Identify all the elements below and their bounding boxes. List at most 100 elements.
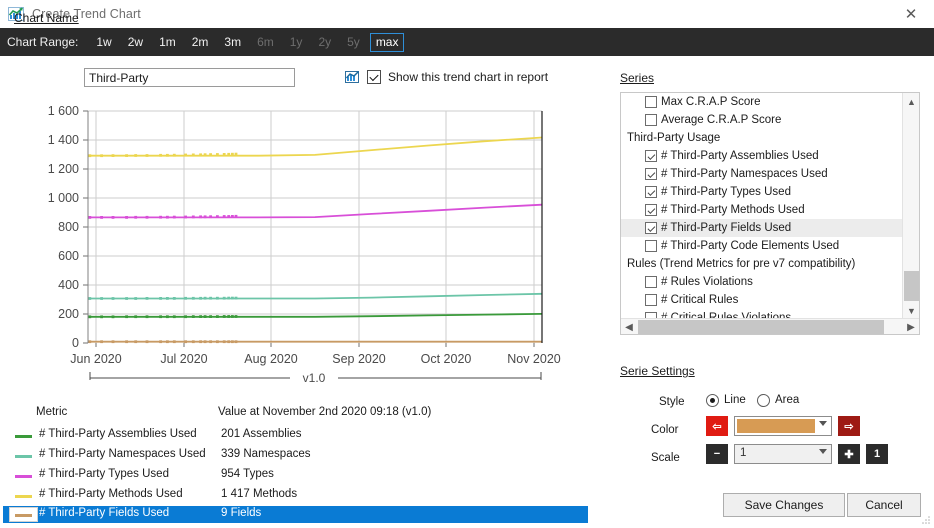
arrow-right-icon[interactable]: ⇨ <box>838 416 860 436</box>
table-row[interactable]: # Third-Party Types Used 954 Types <box>3 467 588 484</box>
series-color-swatch <box>15 475 32 478</box>
trend-chart: 02004006008001 0001 2001 4001 600 Jun 20… <box>0 96 600 396</box>
chevron-down-icon[interactable]: ▼ <box>903 302 920 319</box>
chevron-down-icon <box>819 449 827 454</box>
vertical-scroll-thumb[interactable] <box>904 271 919 301</box>
series-item-4[interactable]: # Third-Party Namespaces Used <box>621 165 902 183</box>
series-item-0[interactable]: Max C.R.A.P Score <box>621 93 902 111</box>
series-item-label: # Third-Party Types Used <box>661 183 791 201</box>
chevron-right-icon[interactable]: ▶ <box>903 319 919 335</box>
chart-range-bar: Chart Range: 1w 2w 1m 2m 3m 6m 1y 2y 5y … <box>0 28 934 56</box>
arrow-left-icon[interactable]: ⇦ <box>706 416 728 436</box>
series-point <box>199 153 202 156</box>
metric-value: 954 Types <box>221 468 274 480</box>
series-vertical-scrollbar[interactable]: ▲ ▼ <box>902 93 919 319</box>
series-item-8[interactable]: # Third-Party Code Elements Used <box>621 237 902 255</box>
series-point <box>100 216 103 219</box>
series-point <box>159 154 162 157</box>
table-row[interactable]: # Third-Party Methods Used 1 417 Methods <box>3 487 588 504</box>
series-point <box>112 216 115 219</box>
series-checkbox[interactable] <box>645 240 657 252</box>
series-point <box>223 297 226 300</box>
series-checkbox[interactable] <box>645 96 657 108</box>
series-point <box>231 315 234 318</box>
series-item-3[interactable]: # Third-Party Assemblies Used <box>621 147 902 165</box>
cancel-button[interactable]: Cancel <box>847 493 921 517</box>
table-row[interactable]: # Third-Party Namespaces Used 339 Namesp… <box>3 447 588 464</box>
series-checkbox[interactable] <box>645 114 657 126</box>
save-changes-button[interactable]: Save Changes <box>723 493 845 517</box>
series-point <box>223 315 226 318</box>
series-point <box>166 315 169 318</box>
series-color-swatch <box>15 514 32 517</box>
series-point <box>209 153 212 156</box>
series-point <box>112 315 115 318</box>
range-option-1m[interactable]: 1m <box>153 33 182 52</box>
series-point <box>235 315 238 318</box>
metric-name: # Third-Party Assemblies Used <box>39 428 197 440</box>
range-option-6m: 6m <box>251 33 280 52</box>
value-column-header: Value at November 2nd 2020 09:18 (v1.0) <box>218 406 431 418</box>
series-horizontal-scrollbar[interactable]: ◀ ▶ <box>621 318 919 334</box>
one-icon[interactable]: 1 <box>866 444 888 464</box>
series-checkbox[interactable] <box>645 294 657 306</box>
series-item-5[interactable]: # Third-Party Types Used <box>621 183 902 201</box>
series-point <box>166 154 169 157</box>
scale-dropdown[interactable]: 1 <box>734 444 832 464</box>
range-option-5y: 5y <box>341 33 366 52</box>
series-checkbox[interactable] <box>645 276 657 288</box>
series-point <box>204 215 207 218</box>
series-point <box>184 216 187 219</box>
series-item-label: Average C.R.A.P Score <box>661 111 781 129</box>
series-point <box>227 297 230 300</box>
chevron-left-icon[interactable]: ◀ <box>621 319 637 335</box>
table-row-selected[interactable]: # Third-Party Fields Used 9 Fields <box>3 506 588 523</box>
series-point <box>112 154 115 157</box>
series-checkbox[interactable] <box>645 150 657 162</box>
series-checkbox[interactable] <box>645 186 657 198</box>
series-point <box>112 297 115 300</box>
series-item-1[interactable]: Average C.R.A.P Score <box>621 111 902 129</box>
style-radio-line[interactable] <box>706 394 719 407</box>
series-point <box>146 340 149 343</box>
range-option-2w[interactable]: 2w <box>122 33 149 52</box>
series-item-11[interactable]: # Critical Rules <box>621 291 902 309</box>
series-checkbox[interactable] <box>645 204 657 216</box>
metric-name: # Third-Party Methods Used <box>39 488 183 500</box>
range-option-max[interactable]: max <box>370 33 405 52</box>
series-point <box>100 340 103 343</box>
series-point <box>235 297 238 300</box>
range-option-2m[interactable]: 2m <box>186 33 215 52</box>
series-point <box>88 154 91 157</box>
series-point <box>235 153 238 156</box>
style-radio-area[interactable] <box>757 394 770 407</box>
show-in-report-checkbox[interactable] <box>367 70 381 84</box>
series-point <box>173 154 176 157</box>
series-point <box>125 297 128 300</box>
chart-series-lines <box>88 138 542 344</box>
minus-icon[interactable]: − <box>706 444 728 464</box>
series-checkbox[interactable] <box>645 168 657 180</box>
series-item-7[interactable]: # Third-Party Fields Used <box>621 219 902 237</box>
series-checkbox[interactable] <box>645 222 657 234</box>
series-item-6[interactable]: # Third-Party Methods Used <box>621 201 902 219</box>
range-option-2y: 2y <box>312 33 337 52</box>
series-point <box>199 215 202 218</box>
metric-name: # Third-Party Fields Used <box>39 507 169 519</box>
series-point <box>199 340 202 343</box>
series-item-10[interactable]: # Rules Violations <box>621 273 902 291</box>
range-option-1w[interactable]: 1w <box>90 33 117 52</box>
resize-grip-icon[interactable] <box>921 514 931 524</box>
plus-icon[interactable]: ✚ <box>838 444 860 464</box>
chart-name-input[interactable] <box>84 68 295 87</box>
table-row[interactable]: # Third-Party Assemblies Used 201 Assemb… <box>3 427 588 444</box>
series-point <box>112 340 115 343</box>
color-dropdown[interactable] <box>734 416 832 436</box>
chevron-up-icon[interactable]: ▲ <box>903 93 920 110</box>
horizontal-scroll-thumb[interactable] <box>638 320 884 334</box>
close-icon[interactable]: ✕ <box>888 0 934 28</box>
range-option-3m[interactable]: 3m <box>218 33 247 52</box>
series-point <box>88 297 91 300</box>
series-point <box>173 315 176 318</box>
series-point <box>199 315 202 318</box>
